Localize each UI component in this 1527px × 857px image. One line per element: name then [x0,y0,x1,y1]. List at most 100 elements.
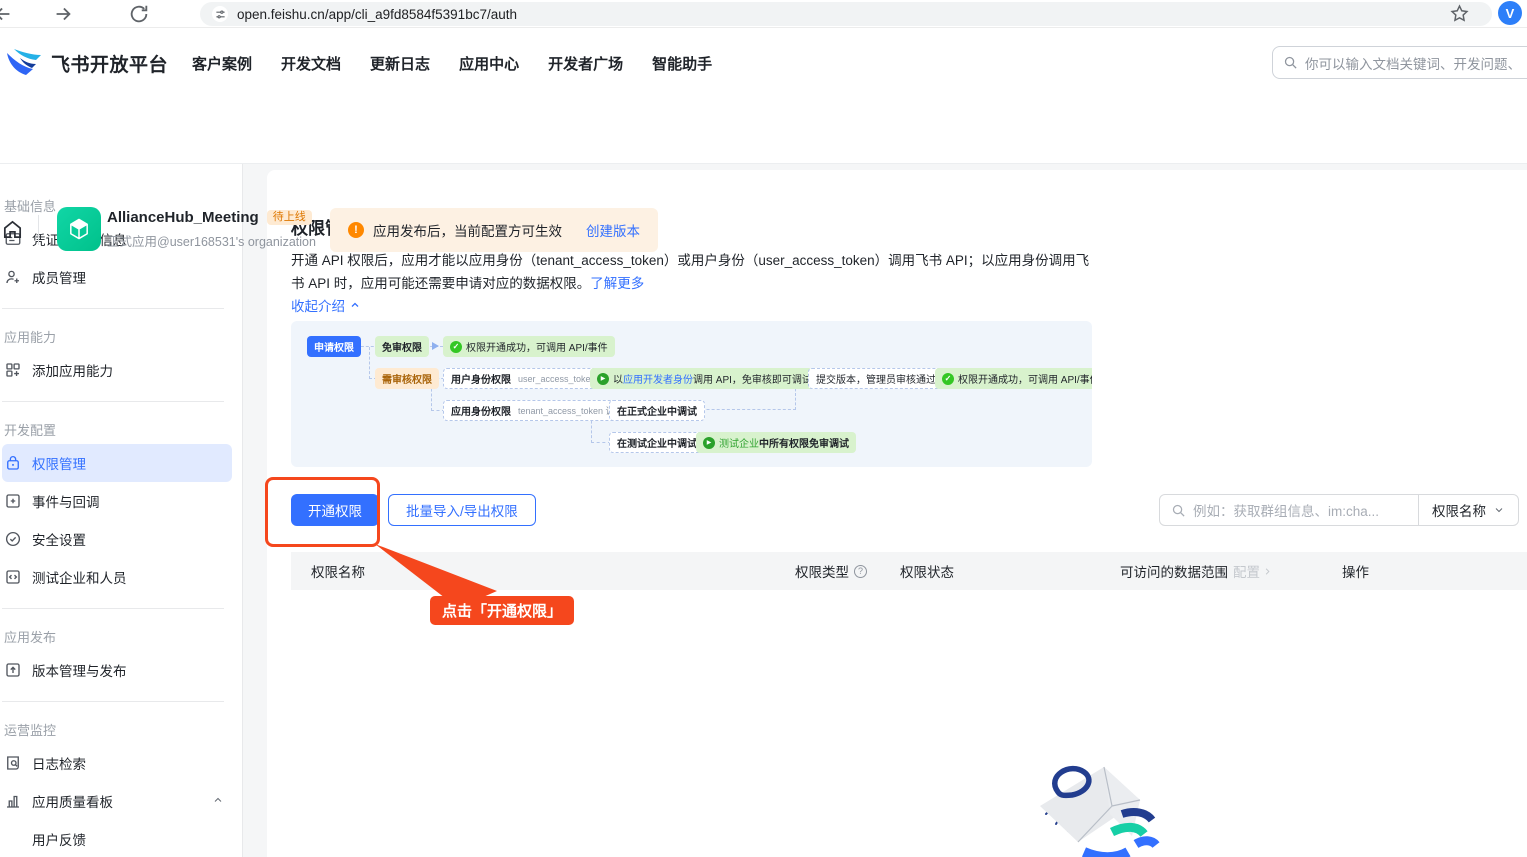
sidebar-item-members[interactable]: 成员管理 [2,258,232,296]
filter-type-select[interactable]: 权限名称 [1419,495,1518,525]
sidebar-item-label: 权限管理 [32,453,86,473]
bulk-import-export-button[interactable]: 批量导入/导出权限 [388,494,536,526]
square-plus-icon [4,492,22,510]
flow-node-label: 在测试企业中调试 [617,435,697,450]
description-text: 开通 API 权限后，应用才能以应用身份（tenant_access_token… [291,253,1089,291]
browser-chrome: open.feishu.cn/app/cli_a9fd8584f5391bc7/… [0,0,1527,28]
flow-node-review: 需审核权限 [375,368,439,389]
code-icon [4,568,22,586]
chevron-up-icon[interactable] [212,794,224,809]
create-version-link[interactable]: 创建版本 [586,220,640,240]
sidebar-item-label: 版本管理与发布 [32,660,127,680]
sidebar-item-add-capability[interactable]: 添加应用能力 [2,351,232,389]
flow-node-code: tenant_access_token 调用 [518,404,624,417]
permission-search-input[interactable]: 例如：获取群组信息、im:cha... [1160,495,1418,525]
sidebar-group-release: 应用发布 [2,621,232,651]
nav-item-cases[interactable]: 客户案例 [192,53,252,74]
nav-item-appcenter[interactable]: 应用中心 [459,53,519,74]
bar-chart-icon [4,792,22,810]
search-icon [1171,503,1186,518]
learn-more-link[interactable]: 了解更多 [590,276,644,291]
sidebar-item-label: 安全设置 [32,529,86,549]
flow-node-label: 在正式企业中调试 [617,403,697,418]
search-icon [1283,55,1298,70]
site-settings-icon[interactable] [212,6,228,22]
flow-node-test-debug: 在测试企业中调试 [609,432,705,453]
sidebar-item-user-feedback[interactable]: 用户反馈 [2,820,232,857]
app-icon [57,207,101,251]
chevron-up-icon [349,299,361,311]
col-label: 操作 [1342,561,1369,581]
collapse-intro-label: 收起介绍 [291,295,345,315]
sidebar-divider [2,308,224,309]
upload-icon [4,661,22,679]
flow-node-tenant-perm: 应用身份权限 tenant_access_token 调用 [443,400,632,421]
top-nav: 飞书开放平台 客户案例 开发文档 更新日志 应用中心 开发者广场 智能助手 你可… [0,28,1527,98]
alert-text: 应用发布后，当前配置方可生效 [373,220,562,240]
sidebar-divider [2,401,224,402]
sidebar-item-quality-board[interactable]: 应用质量看板 [2,782,232,820]
bookmark-star-icon[interactable] [1449,3,1470,24]
home-icon[interactable] [1,218,24,241]
sidebar-divider [2,701,224,702]
sidebar-group-monitor: 运营监控 [2,714,232,744]
question-circle-icon[interactable]: ? [854,565,867,578]
sidebar-item-label: 应用质量看板 [32,791,113,811]
sidebar-group-capability: 应用能力 [2,321,232,351]
col-action: 操作 [1342,561,1527,581]
col-data-scope: 可访问的数据范围 配置 [1120,561,1342,581]
chevron-right-icon [1262,566,1273,577]
feishu-logo-icon [6,48,42,78]
lock-icon [4,454,22,472]
app-name: AllianceHub_Meeting [107,209,259,226]
flow-node-label: 测试企业中所有权限免审调试 [719,435,849,450]
app-header: AllianceHub_Meeting 待上线 正式应用@user168531'… [0,98,1527,164]
open-permission-button[interactable]: 开通权限 [291,494,379,526]
brand-name: 飞书开放平台 [51,50,168,77]
col-permission-status: 权限状态 [900,561,1120,581]
url-text[interactable]: open.feishu.cn/app/cli_a9fd8584f5391bc7/… [237,7,517,22]
nav-item-devplaza[interactable]: 开发者广场 [548,53,623,74]
scope-config-link[interactable]: 配置 [1233,561,1273,581]
sidebar-item-security[interactable]: 安全设置 [2,520,232,558]
doc-search-input[interactable]: 你可以输入文档关键词、开发问题、 [1272,46,1527,79]
flow-node-submit: 提交版本，管理员审核通过 [808,368,944,389]
top-nav-menu: 客户案例 开发文档 更新日志 应用中心 开发者广场 智能助手 [192,53,712,74]
flow-node-apply: 申请权限 [307,336,361,357]
forward-icon[interactable] [52,3,74,25]
app-meta: AllianceHub_Meeting 待上线 正式应用@user168531'… [107,209,316,250]
annotation-callout: 点击「开通权限」 [430,596,574,625]
status-badge: 待上线 [267,210,312,225]
doc-search-placeholder: 你可以输入文档关键词、开发问题、 [1305,53,1521,73]
permission-flow-diagram: 申请权限 免审权限 ✓ 权限开通成功，可调用 API/事件 需审核权限 用户身份… [291,321,1092,467]
sidebar-item-permissions[interactable]: 权限管理 [2,444,232,482]
publish-alert-banner: ! 应用发布后，当前配置方可生效 创建版本 [330,208,658,252]
browser-profile-avatar[interactable]: V [1498,1,1522,25]
main-area: 权限管理 开通 API 权限后，应用才能以应用身份（tenant_access_… [243,164,1527,857]
col-permission-name: 权限名称 [291,561,795,581]
address-bar[interactable]: open.feishu.cn/app/cli_a9fd8584f5391bc7/… [200,2,1492,26]
flow-node-label: 权限开通成功，可调用 API/事件 [466,339,608,354]
sidebar-item-test-company[interactable]: 测试企业和人员 [2,558,232,596]
scope-config-label: 配置 [1233,561,1260,581]
header-divider [38,215,39,245]
nav-item-docs[interactable]: 开发文档 [281,53,341,74]
sidebar-divider [2,608,224,609]
nav-item-assistant[interactable]: 智能助手 [652,53,712,74]
col-label: 权限状态 [900,561,954,581]
reload-icon[interactable] [128,3,150,25]
back-icon[interactable] [0,3,14,25]
brand[interactable]: 飞书开放平台 [6,48,168,78]
sidebar-item-label: 成员管理 [32,267,86,287]
sidebar-item-label: 日志检索 [32,753,86,773]
nav-item-changelog[interactable]: 更新日志 [370,53,430,74]
sidebar-item-log-search[interactable]: 日志检索 [2,744,232,782]
col-permission-type: 权限类型 ? [795,561,900,581]
collapse-intro-link[interactable]: 收起介绍 [291,295,361,315]
log-search-icon [4,754,22,772]
sidebar-item-events[interactable]: 事件与回调 [2,482,232,520]
empty-state-illustration [1012,744,1170,857]
sidebar-item-label: 事件与回调 [32,491,100,511]
app-org: 正式应用@user168531's organization [107,231,316,250]
sidebar-item-version-release[interactable]: 版本管理与发布 [2,651,232,689]
